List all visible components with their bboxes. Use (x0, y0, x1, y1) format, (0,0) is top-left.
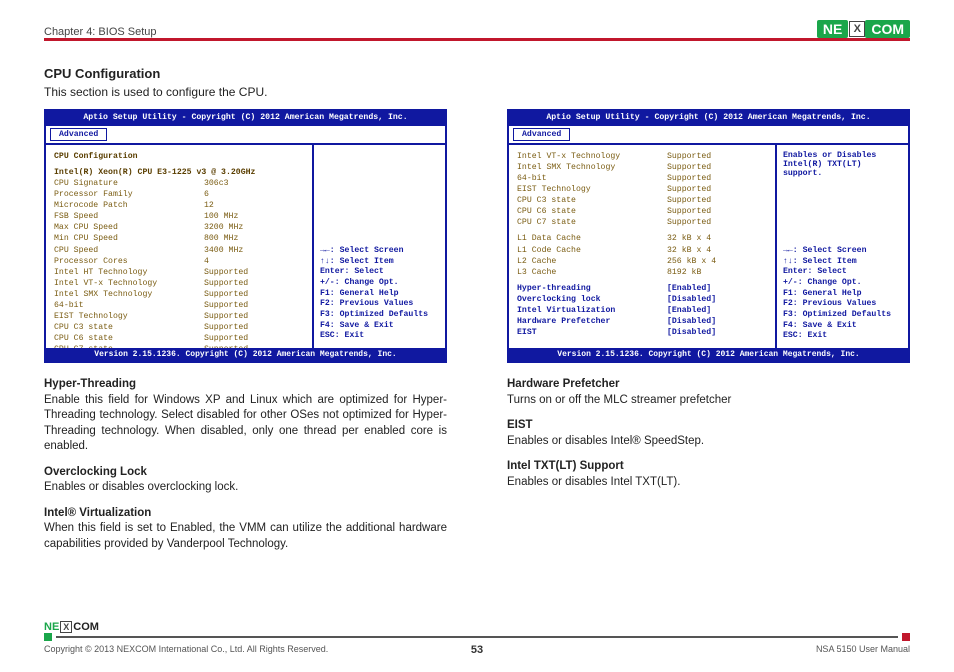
bios-title: Aptio Setup Utility - Copyright (C) 2012… (46, 111, 445, 124)
option-hardware-prefetcher[interactable]: Hardware Prefetcher[Disabled] (517, 316, 767, 327)
page-footer: NEXCOM Copyright © 2013 NEXCOM Internati… (44, 621, 910, 654)
page-number: 53 (44, 644, 910, 656)
bios-tab-advanced[interactable]: Advanced (513, 128, 570, 141)
bios-left-pane: CPU Configuration Intel(R) Xeon(R) CPU E… (46, 145, 314, 348)
bios-screen-left: Aptio Setup Utility - Copyright (C) 2012… (44, 109, 447, 363)
chapter-label: Chapter 4: BIOS Setup (44, 26, 157, 38)
bios-right-pane: →←: Select Screen ↑↓: Select Item Enter:… (314, 145, 445, 348)
footer-logo: NEXCOM (44, 621, 910, 633)
section-subtitle: This section is used to configure the CP… (44, 85, 910, 99)
main-content: CPU Configuration This section is used t… (44, 66, 910, 622)
brand-logo: NEXCOM (818, 20, 910, 38)
left-column: Aptio Setup Utility - Copyright (C) 2012… (44, 109, 447, 552)
page-header: Chapter 4: BIOS Setup NEXCOM (44, 20, 910, 38)
descriptions-right: Hardware Prefetcher Turns on or off the … (507, 377, 910, 490)
right-column: Aptio Setup Utility - Copyright (C) 2012… (507, 109, 910, 552)
option-intel-virtualization[interactable]: Intel Virtualization[Enabled] (517, 305, 767, 316)
option-eist[interactable]: EIST[Disabled] (517, 327, 767, 338)
bios-help-text: Enables or Disables Intel(R) TXT(LT) sup… (783, 151, 902, 246)
bios-key-hints: →←: Select Screen ↑↓: Select Item Enter:… (320, 246, 439, 342)
section-title: CPU Configuration (44, 66, 910, 81)
option-intel-txt-selected[interactable]: Intel TXT(LT) Support[Disabled] (517, 338, 767, 348)
bios-footer: Version 2.15.1236. Copyright (C) 2012 Am… (46, 348, 445, 361)
square-green-icon (44, 633, 52, 641)
bios-screen-right: Aptio Setup Utility - Copyright (C) 2012… (507, 109, 910, 363)
logo-x-icon: X (60, 621, 72, 633)
square-red-icon (902, 633, 910, 641)
option-hyper-threading[interactable]: Hyper-threading[Enabled] (517, 283, 767, 294)
option-overclocking-lock[interactable]: Overclocking lock[Disabled] (517, 294, 767, 305)
bios-tab-advanced[interactable]: Advanced (50, 128, 107, 141)
bios-left-pane: Intel VT-x TechnologySupported Intel SMX… (509, 145, 777, 348)
footer-line (56, 636, 898, 638)
bios-tabbar: Advanced (46, 124, 445, 143)
descriptions-left: Hyper-Threading Enable this field for Wi… (44, 377, 447, 552)
header-rule (44, 38, 910, 41)
logo-x-icon: X (849, 21, 865, 37)
bios-right-pane: Enables or Disables Intel(R) TXT(LT) sup… (777, 145, 908, 348)
bios-key-hints: →←: Select Screen ↑↓: Select Item Enter:… (783, 246, 902, 342)
